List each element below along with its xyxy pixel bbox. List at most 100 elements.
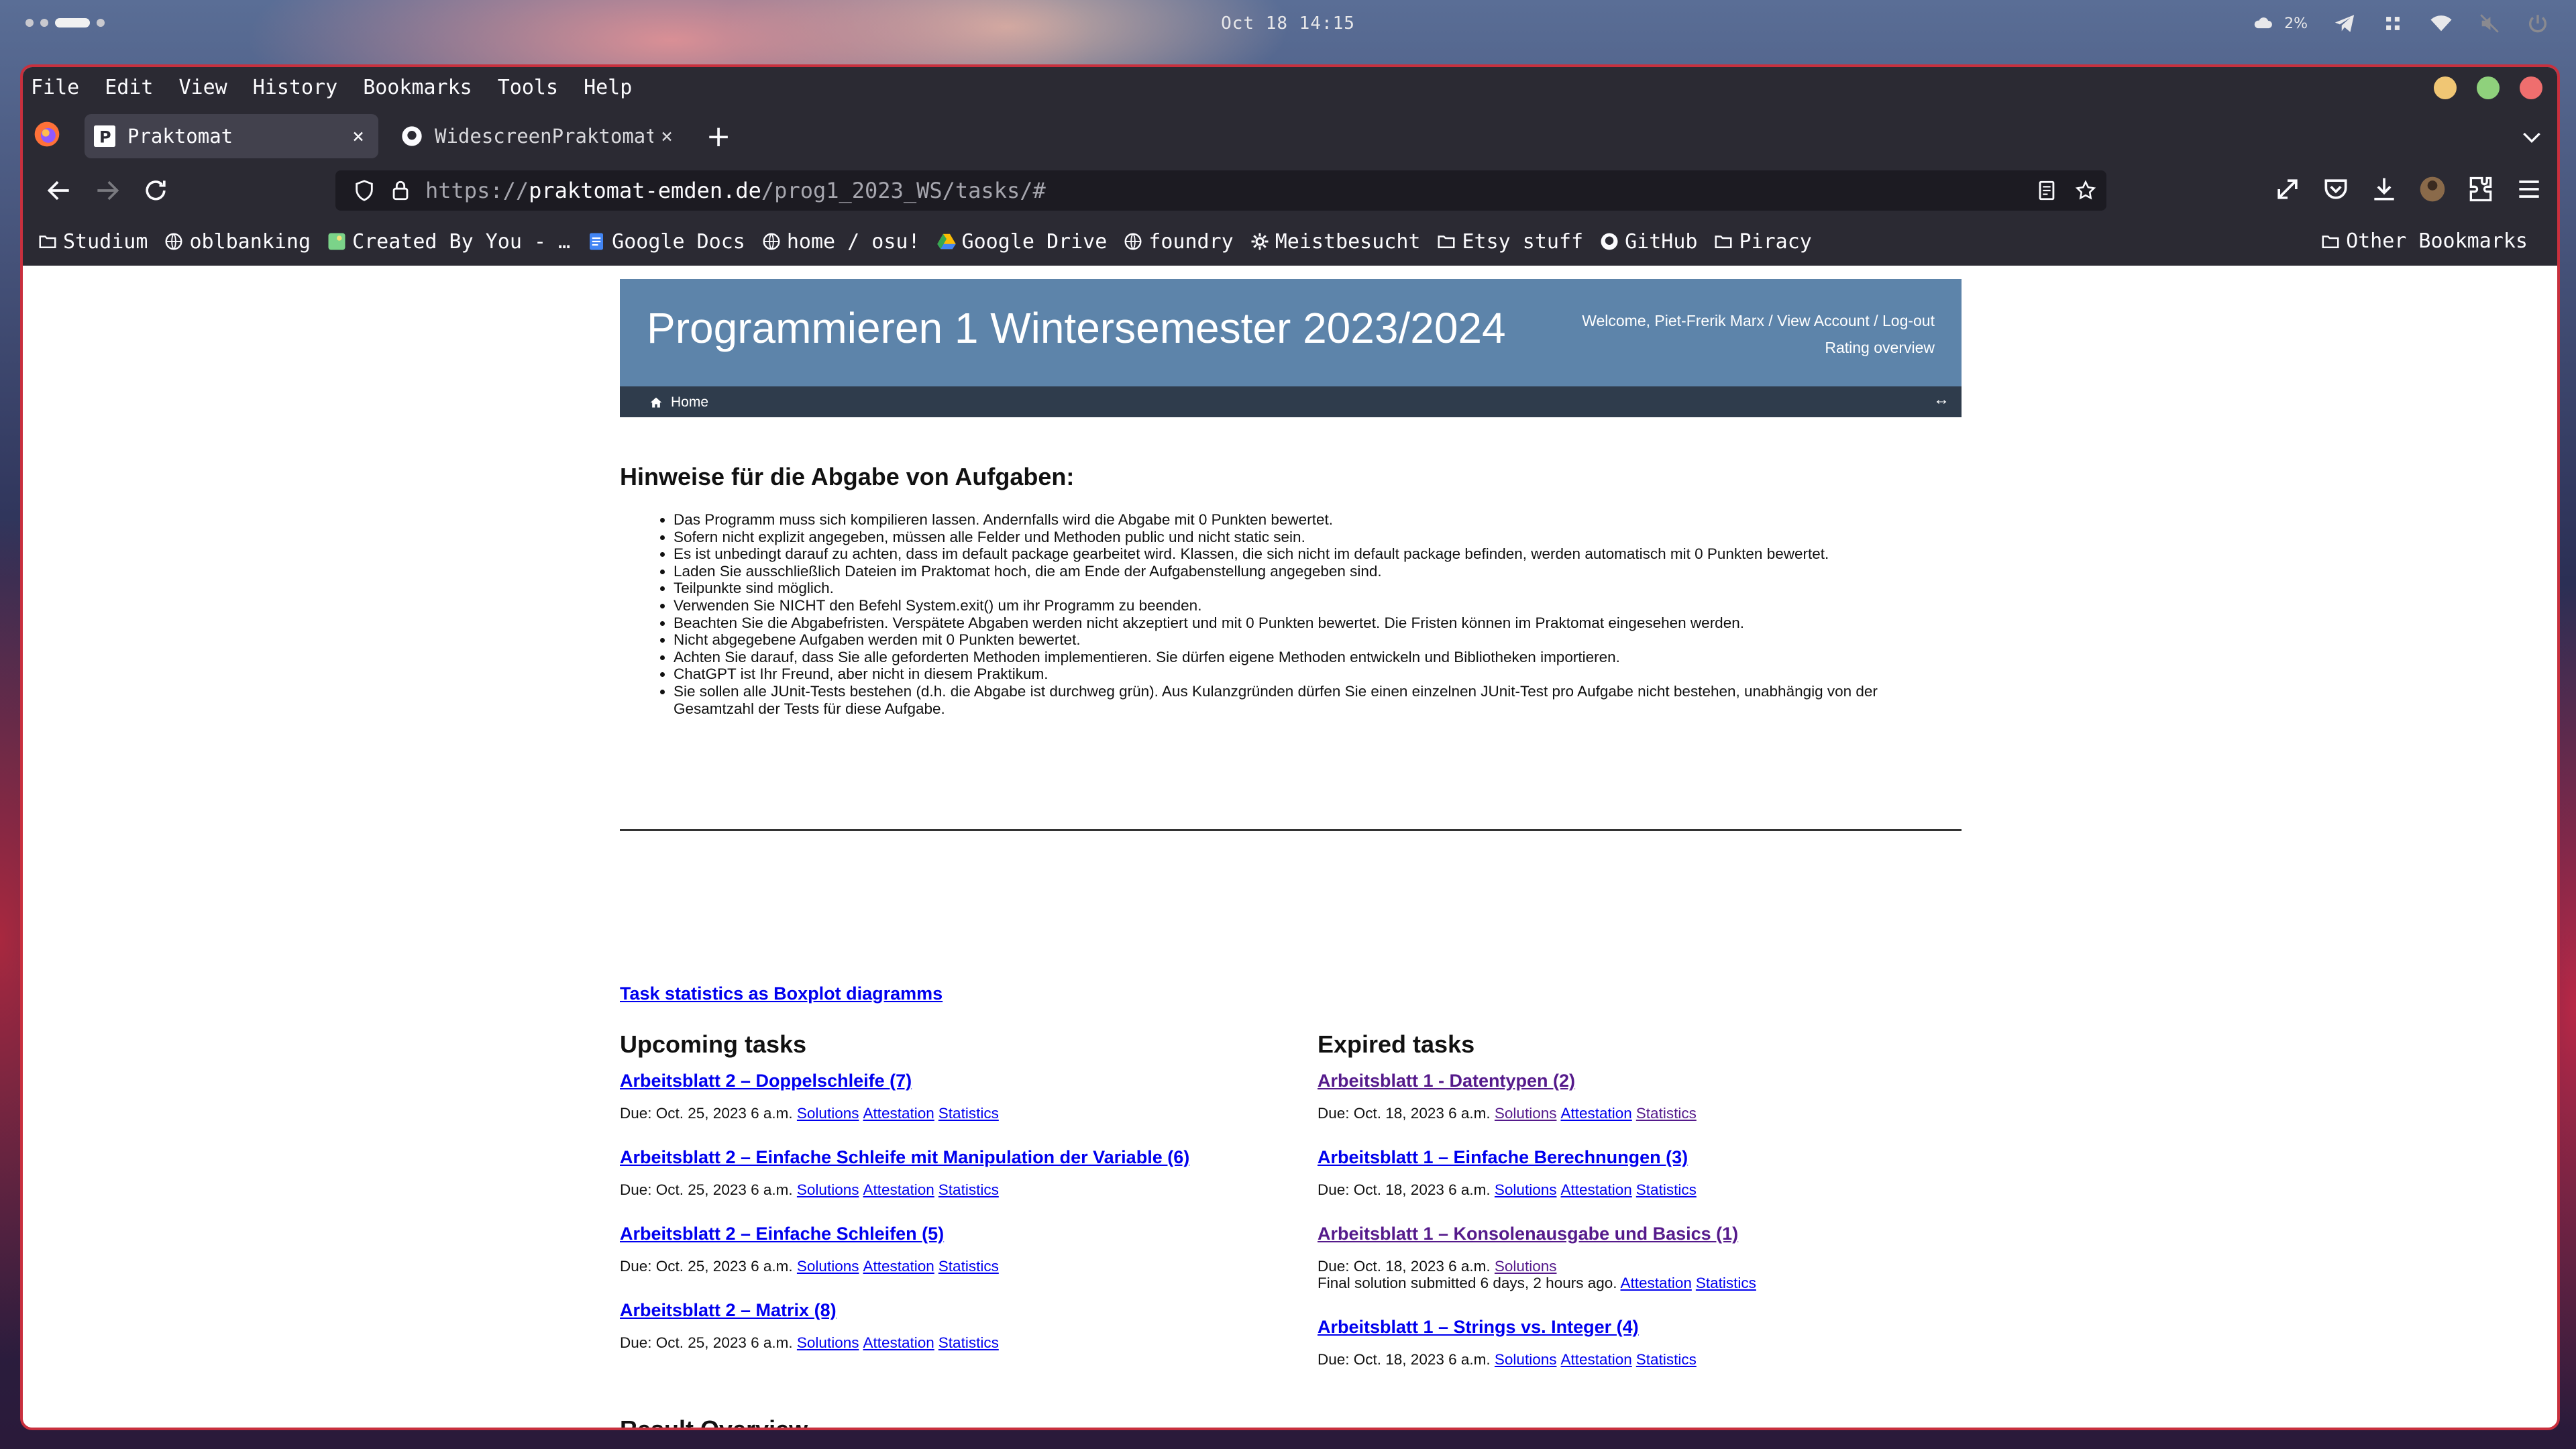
close-tab-icon[interactable]: × [653, 125, 680, 148]
tab-widescreenpraktomat[interactable]: WidescreenPraktomat × [392, 114, 687, 158]
reload-icon[interactable] [141, 176, 170, 205]
bookmark-piracy[interactable]: Piracy [1713, 230, 1812, 254]
solutions-link[interactable]: Solutions [797, 1181, 859, 1198]
bookmark-google-drive[interactable]: Google Drive [936, 230, 1107, 254]
upcoming-tasks-heading: Upcoming tasks [620, 1030, 807, 1058]
attestation-link[interactable]: Attestation [863, 1181, 934, 1198]
statistics-link[interactable]: Statistics [1636, 1351, 1697, 1368]
task-link[interactable]: Arbeitsblatt 2 – Doppelschleife (7) [620, 1071, 1291, 1091]
bookmark-etsy-stuff[interactable]: Etsy stuff [1436, 230, 1583, 254]
solutions-link[interactable]: Solutions [1495, 1181, 1557, 1198]
bookmark-meistbesucht[interactable]: Meistbesucht [1250, 230, 1420, 254]
solutions-link[interactable]: Solutions [1495, 1258, 1557, 1275]
extensions-icon[interactable] [2466, 174, 2496, 204]
menu-edit[interactable]: Edit [105, 76, 153, 99]
attestation-link[interactable]: Attestation [1560, 1105, 1631, 1122]
firefox-icon[interactable] [32, 119, 62, 149]
pocket-icon[interactable] [2321, 174, 2351, 204]
statistics-link[interactable]: Statistics [938, 1258, 999, 1275]
tab-praktomat[interactable]: P Praktomat × [85, 114, 378, 158]
statistics-link[interactable]: Statistics [1696, 1275, 1756, 1291]
url-bar[interactable]: https://praktomat-emden.de/prog1_2023_WS… [335, 170, 2106, 211]
nav-home[interactable]: Home [649, 394, 708, 411]
system-tray[interactable]: 2% [2252, 12, 2549, 35]
attestation-link[interactable]: Attestation [863, 1105, 934, 1122]
attestation-link[interactable]: Attestation [1560, 1351, 1631, 1368]
statistics-link[interactable]: Statistics [938, 1105, 999, 1122]
star-icon[interactable] [2074, 179, 2097, 202]
menu-view[interactable]: View [179, 76, 227, 99]
task-link[interactable]: Arbeitsblatt 1 – Einfache Berechnungen (… [1318, 1147, 1988, 1168]
solutions-link[interactable]: Solutions [797, 1105, 859, 1122]
statistics-link[interactable]: Statistics [1636, 1105, 1697, 1122]
chevron-down-icon[interactable] [2518, 123, 2545, 150]
task-link[interactable]: Arbeitsblatt 1 - Datentypen (2) [1318, 1071, 1988, 1091]
shield-icon[interactable] [353, 179, 376, 202]
grid-icon[interactable] [2381, 12, 2404, 35]
bookmark-google-docs[interactable]: Google Docs [586, 230, 745, 254]
logout-link[interactable]: Log-out [1882, 312, 1935, 329]
browser-window: File Edit View History Bookmarks Tools H… [20, 64, 2560, 1430]
close-tab-icon[interactable]: × [345, 125, 372, 148]
bookmark-foundry[interactable]: foundry [1123, 229, 1234, 254]
power-icon[interactable] [2526, 12, 2549, 35]
view-account-link[interactable]: View Account [1777, 312, 1870, 329]
minimize-button[interactable] [2434, 76, 2457, 99]
attestation-link[interactable]: Attestation [863, 1258, 934, 1275]
wifi-icon[interactable] [2430, 12, 2453, 35]
bookmark-home-osu[interactable]: home / osu! [761, 230, 920, 254]
close-window-button[interactable] [2520, 76, 2542, 99]
task-link[interactable]: Arbeitsblatt 2 – Einfache Schleifen (5) [620, 1224, 1291, 1244]
lock-icon[interactable] [389, 179, 412, 202]
attestation-link[interactable]: Attestation [1560, 1181, 1631, 1198]
back-arrow-icon[interactable] [44, 176, 74, 205]
menu-tools[interactable]: Tools [498, 76, 558, 99]
statistics-link[interactable]: Statistics [938, 1334, 999, 1351]
task-link[interactable]: Arbeitsblatt 2 – Matrix (8) [620, 1300, 1291, 1321]
statistics-link[interactable]: Statistics [1636, 1181, 1697, 1198]
bookmark-label: oblbanking [189, 229, 311, 254]
due-date: Due: Oct. 18, 2023 6 a.m. [1318, 1258, 1491, 1275]
forward-arrow-icon[interactable] [93, 176, 122, 205]
docs-icon [590, 233, 604, 250]
bookmark-other-bookmarks[interactable]: Other Bookmarks [2320, 229, 2528, 253]
attestation-link[interactable]: Attestation [1621, 1275, 1692, 1291]
bookmark-oblbanking[interactable]: oblbanking [164, 230, 311, 254]
task-link[interactable]: Arbeitsblatt 1 – Strings vs. Integer (4) [1318, 1317, 1988, 1338]
bookmark-github[interactable]: GitHub [1599, 230, 1697, 254]
menu-bookmarks[interactable]: Bookmarks [363, 76, 472, 99]
attestation-link[interactable]: Attestation [863, 1334, 934, 1351]
bookmark-created-by-you[interactable]: Created By You - … [327, 230, 570, 254]
solutions-link[interactable]: Solutions [797, 1334, 859, 1351]
task-item: Arbeitsblatt 1 – Einfache Berechnungen (… [1318, 1147, 1988, 1198]
solutions-link[interactable]: Solutions [797, 1258, 859, 1275]
menu-file[interactable]: File [31, 76, 79, 99]
rating-overview-link[interactable]: Rating overview [1582, 334, 1935, 361]
task-item: Arbeitsblatt 2 – Matrix (8) Due: Oct. 25… [620, 1300, 1291, 1351]
account-avatar-icon[interactable] [2418, 174, 2447, 204]
workspace-indicator[interactable] [25, 18, 105, 28]
volume-muted-icon[interactable] [2478, 12, 2501, 35]
solutions-link[interactable]: Solutions [1495, 1105, 1557, 1122]
maximize-button[interactable] [2477, 76, 2500, 99]
reader-view-icon[interactable] [2035, 179, 2058, 202]
task-link[interactable]: Arbeitsblatt 1 – Konsolenausgabe und Bas… [1318, 1224, 1988, 1244]
menu-help[interactable]: Help [584, 76, 632, 99]
boxplot-statistics-link[interactable]: Task statistics as Boxplot diagramms [620, 983, 943, 1004]
menu-history[interactable]: History [253, 76, 337, 99]
download-icon[interactable] [2369, 174, 2399, 204]
folder-icon [2322, 235, 2339, 248]
new-tab-button[interactable]: + [702, 119, 735, 154]
solutions-link[interactable]: Solutions [1495, 1351, 1557, 1368]
bookmark-label: foundry [1148, 229, 1234, 254]
bookmark-studium[interactable]: Studium [38, 230, 148, 254]
widescreen-toggle-icon[interactable]: ↔ [1933, 390, 1949, 409]
task-link[interactable]: Arbeitsblatt 2 – Einfache Schleife mit M… [620, 1147, 1291, 1168]
statistics-link[interactable]: Statistics [938, 1181, 999, 1198]
fullscreen-arrow-icon[interactable] [2273, 174, 2302, 204]
due-date: Due: Oct. 18, 2023 6 a.m. [1318, 1351, 1491, 1368]
separator: / [1764, 312, 1778, 329]
telegram-icon[interactable] [2333, 12, 2356, 35]
system-clock[interactable]: Oct 18 14:15 [1221, 13, 1355, 34]
hamburger-menu-icon[interactable] [2514, 174, 2544, 204]
